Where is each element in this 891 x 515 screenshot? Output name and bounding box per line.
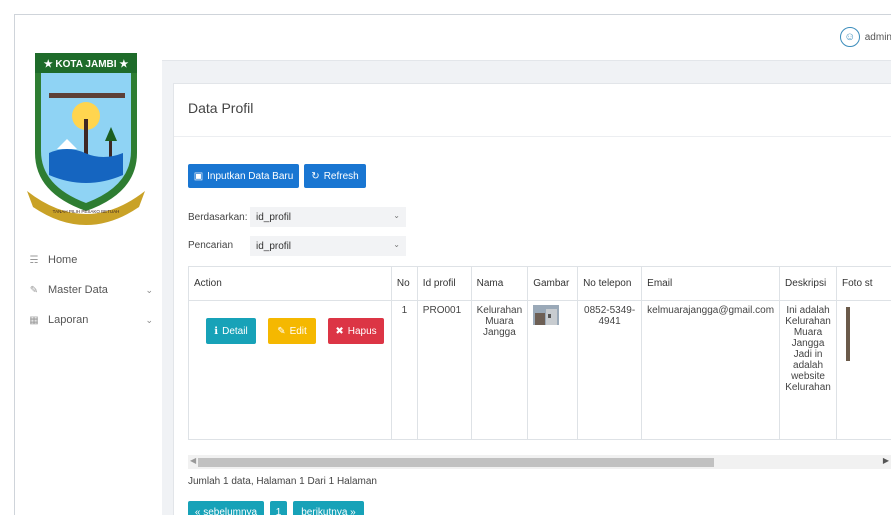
calendar-icon: ▦ (29, 314, 39, 326)
logo-ribbon-text: TANAH PILIH PESAKO BETUAH (53, 209, 120, 214)
sidebar: ★ KOTA JAMBI ★ TANAH PILIH PESAKO BETUAH… (15, 15, 162, 515)
previous-page-button[interactable]: « sebelumnya (188, 501, 264, 515)
col-header-nama: Nama (470, 266, 529, 301)
horizontal-scrollbar[interactable]: ◀ ▶ (188, 455, 891, 469)
cell-email: kelmuarajangga@gmail.com (641, 300, 781, 440)
edit-button[interactable]: ✎ Edit (268, 318, 316, 344)
scroll-left-icon[interactable]: ◀ (190, 456, 196, 465)
table-row: ℹ Detail ✎ Edit ✖ Hapus 1 PRO001 Kelurah… (188, 300, 891, 440)
edit-icon: ✎ (29, 284, 39, 296)
cell-nama: Kelurahan Muara Jangga (470, 300, 529, 440)
col-header-deskripsi: Deskripsi (779, 266, 838, 301)
col-header-action: Action (188, 266, 392, 301)
delete-button[interactable]: ✖ Hapus (328, 318, 384, 344)
logo-text: ★ KOTA JAMBI ★ (44, 59, 129, 70)
kota-jambi-logo: ★ KOTA JAMBI ★ TANAH PILIH PESAKO BETUAH (27, 53, 145, 225)
user-menu[interactable]: ☺ admin (839, 27, 891, 47)
sidebar-item-label: Master Data (48, 284, 108, 296)
page-title: Data Profil (188, 100, 254, 116)
close-icon: ✖ (335, 325, 344, 337)
cell-foto (836, 300, 891, 440)
pagination-info: Jumlah 1 data, Halaman 1 Dari 1 Halaman (188, 476, 377, 487)
divider (174, 136, 891, 137)
data-table-container: Action No Id profil Nama Gambar No telep… (188, 266, 891, 454)
next-page-button[interactable]: berikutnya » (293, 501, 364, 515)
sidebar-item-master-data[interactable]: ✎ Master Data ⌄ (15, 275, 162, 305)
sidebar-item-label: Home (48, 254, 78, 266)
photo-thumbnail (846, 307, 851, 361)
action-cell: ℹ Detail ✎ Edit ✖ Hapus (188, 300, 392, 440)
filter-label: Berdasarkan: (188, 212, 248, 223)
col-header-id: Id profil (416, 266, 472, 301)
cell-telepon: 0852-5349-4941 (577, 300, 643, 440)
app-window: ★ KOTA JAMBI ★ TANAH PILIH PESAKO BETUAH… (14, 14, 891, 515)
col-header-gambar: Gambar (527, 266, 579, 301)
col-header-email: Email (641, 266, 781, 301)
edit-icon: ✎ (277, 325, 286, 337)
data-card: Data Profil ▣ Inputkan Data Baru ↻ Refre… (173, 83, 891, 515)
sidebar-item-home[interactable]: ☴ Home (15, 245, 162, 275)
user-name: admin (864, 31, 891, 43)
col-header-no: No (390, 266, 418, 301)
refresh-icon: ↻ (311, 170, 320, 182)
profile-image-thumbnail (533, 305, 560, 325)
chevron-down-icon: ⌄ (393, 240, 400, 249)
cell-id: PRO001 (416, 300, 472, 440)
table-header-row: Action No Id profil Nama Gambar No telep… (188, 266, 891, 301)
data-table: Action No Id profil Nama Gambar No telep… (188, 266, 891, 440)
page-1-button[interactable]: 1 (270, 501, 287, 515)
scrollbar-thumb[interactable] (198, 458, 714, 467)
info-icon: ℹ (214, 325, 219, 337)
chevron-down-icon: ⌄ (145, 284, 153, 295)
search-select[interactable]: id_profil ⌄ (250, 236, 406, 256)
filter-select[interactable]: id_profil ⌄ (250, 207, 406, 227)
add-data-button[interactable]: ▣ Inputkan Data Baru (188, 164, 299, 188)
col-header-telepon: No telepon (577, 266, 643, 301)
plus-square-icon: ▣ (193, 170, 204, 182)
sidebar-item-laporan[interactable]: ▦ Laporan ⌄ (15, 305, 162, 335)
scroll-right-icon[interactable]: ▶ (883, 456, 889, 465)
home-icon: ☴ (29, 254, 39, 266)
sidebar-nav: ☴ Home ✎ Master Data ⌄ ▦ Laporan ⌄ (15, 245, 162, 335)
cell-deskripsi: Ini adalah Kelurahan Muara Jangga Jadi i… (779, 300, 838, 440)
main-content: Data Profil ▣ Inputkan Data Baru ↻ Refre… (162, 61, 891, 515)
cell-gambar (527, 300, 579, 440)
detail-button[interactable]: ℹ Detail (206, 318, 256, 344)
cell-no: 1 (390, 300, 418, 440)
chevron-down-icon: ⌄ (145, 314, 153, 325)
sidebar-item-label: Laporan (48, 314, 89, 326)
chevron-down-icon: ⌄ (393, 211, 400, 220)
user-avatar-icon: ☺ (839, 27, 860, 47)
col-header-foto: Foto st (836, 266, 891, 301)
search-label: Pencarian (188, 240, 234, 251)
refresh-button[interactable]: ↻ Refresh (304, 164, 366, 188)
topbar: ☺ admin (162, 15, 891, 61)
